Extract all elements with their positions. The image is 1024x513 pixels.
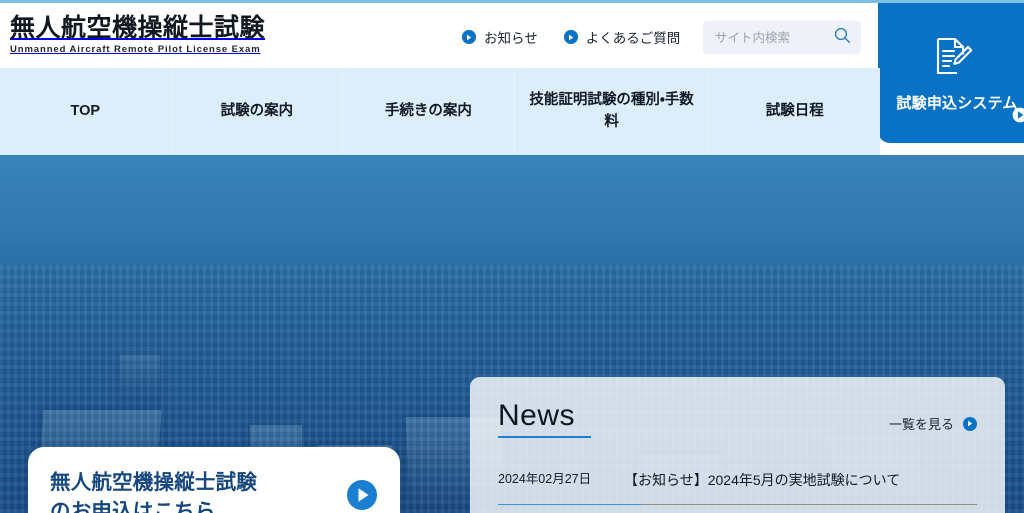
nav-item-exam-types-fees[interactable]: 技能証明試験の種別・手数料: [515, 68, 710, 155]
site-search[interactable]: [703, 21, 861, 54]
nav-item-top-label: TOP: [70, 102, 101, 119]
site-logo-jp: 無人航空機操縦士試験: [10, 14, 266, 42]
nav-item-procedure-guide[interactable]: 手続きの案内: [343, 68, 515, 155]
play-circle-icon: [963, 416, 977, 431]
play-circle-icon: [346, 479, 378, 513]
news-panel: News 一覧を見る 2024年02月27日 【お知らせ】2024年5月の実地試…: [470, 377, 1005, 513]
news-view-all-link[interactable]: 一覧を見る: [889, 414, 977, 438]
news-list: 2024年02月27日 【お知らせ】2024年5月の実地試験について 2024年…: [498, 455, 977, 513]
play-circle-icon: [563, 30, 578, 44]
utility-link-news-label: お知らせ: [484, 31, 538, 46]
utility-link-news[interactable]: お知らせ: [462, 27, 538, 47]
nav-item-exam-types-fees-label: 技能証明試験の種別・手数料: [529, 92, 694, 130]
nav-item-procedure-guide-label: 手続きの案内: [384, 102, 472, 119]
apply-system-button[interactable]: 試験申込システム: [878, 3, 1024, 143]
nav-item-exam-guide-label: 試験の案内: [220, 102, 294, 119]
play-circle-icon: [462, 30, 476, 44]
search-input[interactable]: [715, 30, 830, 45]
nav-item-exam-schedule[interactable]: 試験日程: [709, 68, 880, 155]
apply-system-label: 試験申込システム: [896, 94, 1018, 112]
hero-apply-card-line1: 無人航空機操縦士試験: [50, 470, 257, 494]
news-header: News 一覧を見る: [498, 401, 977, 438]
news-title: News: [498, 401, 592, 438]
main-navigation: TOP 試験の案内 手続きの案内 技能証明試験の種別・手数料 試験日程: [0, 68, 880, 155]
utility-nav: お知らせ よくあるご質問: [462, 27, 680, 47]
nav-item-exam-guide[interactable]: 試験の案内: [172, 68, 344, 155]
document-pencil-icon: [929, 34, 973, 83]
news-item[interactable]: 2024年02月22日 【重要!!】「無人航空機の飛行の安全に関する教則」の改訂…: [498, 505, 977, 513]
hero-apply-card-line2: のお申込はこちら: [50, 500, 216, 513]
utility-link-faq[interactable]: よくあるご質問: [563, 27, 681, 47]
site-logo-en: Unmanned Aircraft Remote Pilot License E…: [10, 44, 261, 56]
site-logo[interactable]: 無人航空機操縦士試験 Unmanned Aircraft Remote Pilo…: [10, 14, 266, 56]
nav-item-exam-schedule-label: 試験日程: [765, 102, 824, 119]
utility-link-faq-label: よくあるご質問: [585, 31, 681, 46]
page-root: 無人航空機操縦士試験 Unmanned Aircraft Remote Pilo…: [0, 0, 1024, 513]
news-view-all-label: 一覧を見る: [888, 417, 954, 432]
news-item-date: 2024年02月27日: [498, 472, 592, 486]
hero-apply-card-text: 無人航空機操縦士試験 のお申込はこちら: [50, 468, 336, 513]
nav-item-top[interactable]: TOP: [0, 68, 172, 155]
news-item-text: 【お知らせ】2024年5月の実地試験について: [624, 472, 901, 488]
search-icon[interactable]: [834, 27, 851, 49]
hero-section: 無人航空機操縦士試験 のお申込はこちら News 一覧を見る 2024年02月2…: [0, 155, 1024, 513]
hero-apply-card[interactable]: 無人航空機操縦士試験 のお申込はこちら: [28, 447, 400, 513]
site-header: 無人航空機操縦士試験 Unmanned Aircraft Remote Pilo…: [0, 3, 1024, 143]
play-circle-icon: [1012, 107, 1024, 128]
news-item[interactable]: 2024年02月27日 【お知らせ】2024年5月の実地試験について: [498, 455, 977, 506]
